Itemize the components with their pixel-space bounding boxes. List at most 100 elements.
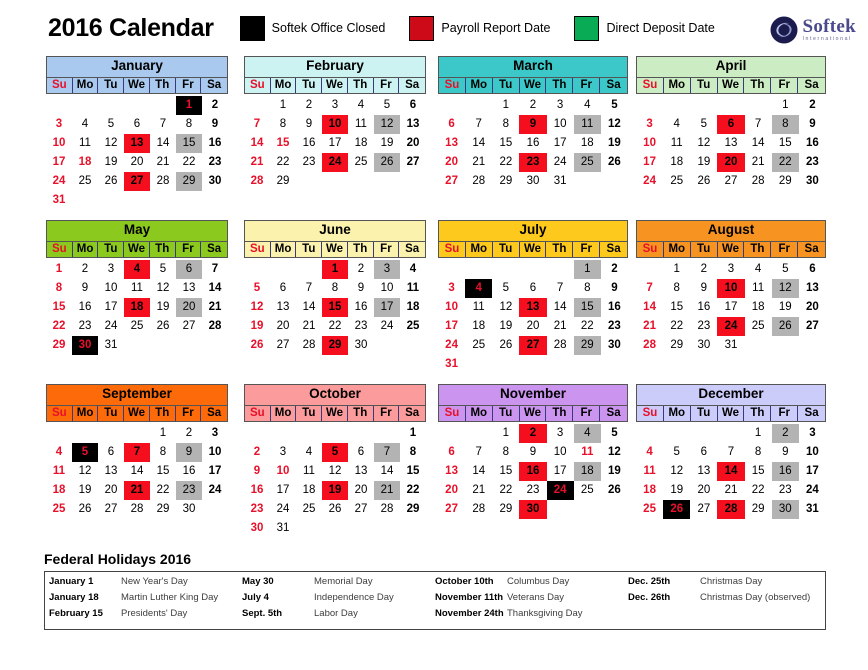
day-cell[interactable]: 10 [438, 298, 465, 317]
day-cell[interactable]: 21 [547, 317, 574, 336]
day-cell[interactable]: 9 [202, 115, 228, 134]
day-cell[interactable]: 31 [98, 336, 124, 355]
day-cell[interactable]: 29 [400, 500, 426, 519]
day-cell[interactable]: 28 [465, 172, 492, 191]
day-cell[interactable]: 23 [348, 317, 374, 336]
day-cell[interactable]: 21 [124, 480, 150, 500]
day-cell[interactable]: 3 [374, 259, 400, 279]
day-cell[interactable]: 6 [690, 443, 717, 462]
day-cell[interactable]: 17 [46, 153, 72, 172]
day-cell[interactable]: 29 [772, 172, 799, 191]
day-cell[interactable]: 4 [663, 115, 690, 134]
day-cell[interactable]: 15 [573, 297, 601, 317]
day-cell[interactable]: 27 [717, 172, 744, 191]
day-cell[interactable]: 21 [465, 481, 492, 500]
day-cell[interactable]: 30 [348, 336, 374, 355]
day-cell[interactable]: 18 [574, 134, 601, 153]
day-cell[interactable]: 21 [244, 153, 270, 172]
day-cell[interactable]: 5 [98, 115, 124, 134]
day-cell[interactable]: 7 [636, 279, 663, 298]
day-cell[interactable]: 25 [348, 153, 374, 172]
day-cell[interactable]: 25 [636, 500, 663, 519]
day-cell[interactable]: 18 [465, 317, 492, 336]
day-cell[interactable]: 11 [400, 279, 426, 298]
day-cell[interactable]: 27 [348, 500, 374, 519]
day-cell[interactable]: 19 [150, 298, 176, 317]
day-cell[interactable]: 17 [438, 317, 465, 336]
day-cell[interactable]: 10 [547, 443, 574, 462]
day-cell[interactable]: 7 [244, 115, 270, 134]
day-cell[interactable]: 27 [690, 500, 717, 519]
day-cell[interactable]: 6 [799, 260, 826, 279]
day-cell[interactable]: 8 [322, 279, 348, 298]
day-cell[interactable]: 9 [690, 279, 717, 298]
day-cell[interactable]: 28 [465, 500, 492, 519]
day-cell[interactable]: 1 [150, 424, 176, 443]
day-cell[interactable]: 14 [374, 462, 400, 481]
day-cell[interactable]: 19 [772, 298, 799, 317]
day-cell[interactable]: 21 [717, 481, 744, 500]
day-cell[interactable]: 31 [270, 519, 296, 538]
day-cell[interactable]: 10 [799, 443, 826, 462]
day-cell[interactable]: 19 [72, 481, 98, 500]
day-cell[interactable]: 2 [799, 96, 826, 115]
day-cell[interactable]: 26 [601, 153, 628, 172]
day-cell[interactable]: 16 [348, 298, 374, 317]
day-cell[interactable]: 25 [465, 336, 492, 355]
day-cell[interactable]: 22 [745, 481, 772, 500]
day-cell[interactable]: 6 [438, 115, 465, 134]
day-cell[interactable]: 4 [465, 278, 493, 298]
day-cell[interactable]: 13 [438, 462, 465, 481]
day-cell[interactable]: 9 [244, 462, 270, 481]
day-cell[interactable]: 11 [124, 279, 150, 298]
day-cell[interactable]: 14 [124, 462, 150, 481]
day-cell[interactable]: 6 [348, 443, 374, 462]
day-cell[interactable]: 26 [72, 500, 98, 519]
day-cell[interactable]: 15 [46, 298, 72, 317]
day-cell[interactable]: 13 [400, 115, 426, 134]
day-cell[interactable]: 7 [465, 443, 492, 462]
day-cell[interactable]: 1 [492, 424, 519, 443]
day-cell[interactable]: 24 [270, 500, 296, 519]
day-cell[interactable]: 27 [270, 336, 296, 355]
day-cell[interactable]: 21 [745, 153, 772, 172]
day-cell[interactable]: 16 [519, 134, 546, 153]
day-cell[interactable]: 15 [772, 134, 799, 153]
day-cell[interactable]: 19 [492, 317, 519, 336]
day-cell[interactable]: 6 [124, 115, 150, 134]
day-cell[interactable]: 20 [519, 317, 546, 336]
day-cell[interactable]: 14 [465, 134, 492, 153]
day-cell[interactable]: 27 [124, 171, 150, 191]
day-cell[interactable]: 30 [202, 172, 228, 191]
day-cell[interactable]: 30 [176, 500, 202, 519]
day-cell[interactable]: 5 [322, 442, 348, 462]
day-cell[interactable]: 23 [772, 481, 799, 500]
day-cell[interactable]: 28 [244, 172, 270, 191]
day-cell[interactable]: 20 [799, 298, 826, 317]
day-cell[interactable]: 15 [492, 462, 519, 481]
day-cell[interactable]: 3 [322, 96, 348, 115]
day-cell[interactable]: 23 [519, 481, 546, 500]
day-cell[interactable]: 5 [601, 424, 628, 443]
day-cell[interactable]: 10 [547, 115, 574, 134]
day-cell[interactable]: 30 [601, 336, 628, 355]
day-cell[interactable]: 20 [438, 153, 465, 172]
day-cell[interactable]: 11 [573, 114, 601, 134]
day-cell[interactable]: 3 [717, 260, 744, 279]
day-cell[interactable]: 15 [745, 462, 772, 481]
day-cell[interactable]: 7 [150, 115, 176, 134]
day-cell[interactable]: 7 [717, 443, 744, 462]
day-cell[interactable]: 8 [150, 443, 176, 462]
day-cell[interactable]: 4 [72, 115, 98, 134]
day-cell[interactable]: 20 [124, 153, 150, 172]
day-cell[interactable]: 8 [745, 443, 772, 462]
day-cell[interactable]: 14 [636, 298, 663, 317]
day-cell[interactable]: 20 [438, 481, 465, 500]
day-cell[interactable]: 23 [690, 317, 717, 336]
day-cell[interactable]: 26 [601, 481, 628, 500]
day-cell[interactable]: 7 [745, 115, 772, 134]
day-cell[interactable]: 2 [176, 424, 202, 443]
day-cell[interactable]: 16 [601, 298, 628, 317]
day-cell[interactable]: 12 [492, 298, 519, 317]
day-cell[interactable]: 5 [772, 260, 799, 279]
